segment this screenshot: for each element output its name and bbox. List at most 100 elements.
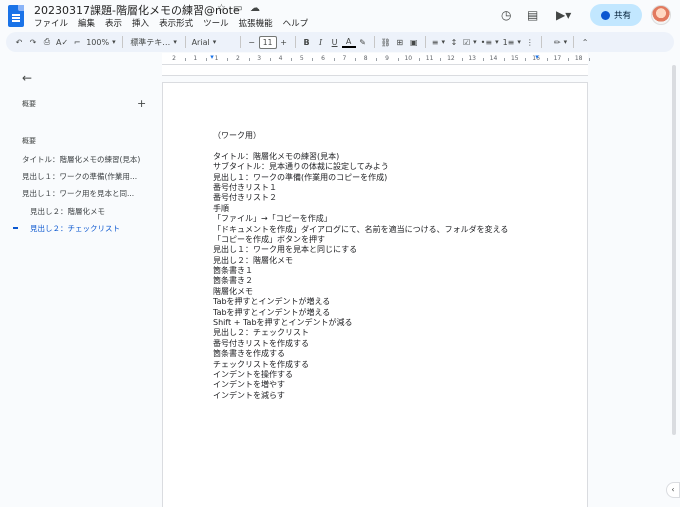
ruler-number: 4 bbox=[278, 55, 283, 62]
ruler-number: 10 bbox=[404, 55, 413, 62]
summary-heading: 概要 bbox=[22, 100, 36, 108]
undo-icon[interactable]: ↶ bbox=[12, 34, 26, 50]
outline-heading: 概要 bbox=[22, 137, 36, 145]
style-select[interactable]: 標準テキ… bbox=[127, 34, 181, 50]
doc-line: インデントを操作する bbox=[213, 369, 293, 379]
menu-extensions[interactable]: 拡張機能 bbox=[239, 17, 273, 29]
ruler-tick bbox=[291, 58, 293, 61]
ruler-tick bbox=[568, 58, 570, 61]
collapse-menus-icon[interactable]: ⌃ bbox=[578, 34, 592, 50]
highlight-color-icon[interactable]: ✎ bbox=[356, 34, 370, 50]
docs-logo-icon[interactable] bbox=[8, 5, 24, 27]
add-summary-icon[interactable]: + bbox=[137, 97, 146, 110]
doc-line: 箇条書き１ bbox=[213, 266, 253, 276]
ruler-tick bbox=[184, 58, 186, 61]
text-color-icon[interactable]: A bbox=[341, 36, 356, 48]
right-indent-marker-icon[interactable]: ▾ bbox=[535, 53, 539, 61]
zoom-select[interactable]: 100% bbox=[84, 34, 117, 50]
left-indent-marker-icon[interactable]: ▾ bbox=[210, 53, 214, 61]
underline-icon[interactable]: U bbox=[328, 34, 342, 50]
previous-page-bottom bbox=[162, 65, 588, 76]
align-icon[interactable]: ≡ bbox=[430, 34, 447, 50]
line-spacing-icon[interactable]: ↕ bbox=[447, 34, 461, 50]
paint-format-icon[interactable]: ⌐ bbox=[70, 34, 84, 50]
document-title[interactable]: 20230317課題-階層化メモの練習@note bbox=[34, 2, 240, 18]
menu-help[interactable]: ヘルプ bbox=[283, 17, 309, 29]
horizontal-ruler[interactable]: 2 1 1 2 3 4 5 6 7 8 9 10 11 12 13 14 15 16 17 18 ▾ ▾ bbox=[162, 53, 591, 65]
insert-image-icon[interactable]: ▣ bbox=[407, 34, 421, 50]
doc-line: インデントを減らす bbox=[213, 390, 285, 400]
toolbar-divider bbox=[294, 36, 296, 48]
menu-file[interactable]: ファイル bbox=[34, 17, 68, 29]
outline-item-heading2-checklist[interactable]: 見出し２：チェックリスト bbox=[30, 223, 120, 234]
ruler-number: 8 bbox=[363, 55, 368, 62]
increase-font-size-icon[interactable]: + bbox=[277, 34, 291, 50]
toolbar-divider bbox=[239, 36, 241, 48]
star-icon[interactable]: ☆ bbox=[217, 3, 226, 14]
ruler-number: 11 bbox=[425, 55, 434, 62]
ruler-tick bbox=[205, 58, 207, 61]
move-folder-icon[interactable]: ▭ bbox=[233, 3, 242, 14]
spellcheck-icon[interactable]: A✓ bbox=[54, 34, 70, 50]
ruler-tick bbox=[248, 58, 250, 61]
checklist-icon[interactable]: ☑ bbox=[461, 34, 479, 50]
font-select[interactable]: Arial bbox=[190, 34, 236, 50]
bold-icon[interactable]: B bbox=[300, 34, 314, 50]
ruler-tick bbox=[227, 58, 229, 61]
ruler-tick bbox=[482, 58, 484, 61]
ruler-tick bbox=[312, 58, 314, 61]
doc-line: Tabを押すとインデントが増える bbox=[213, 297, 331, 307]
back-arrow-icon[interactable]: ← bbox=[22, 71, 32, 85]
font-size-input[interactable]: 11 bbox=[258, 35, 277, 49]
version-history-icon[interactable]: ◷ bbox=[501, 8, 511, 22]
ruler-tick bbox=[504, 58, 506, 61]
ruler-number: 1 bbox=[214, 55, 219, 62]
more-options-icon[interactable]: ⋮ bbox=[523, 34, 537, 50]
doc-line: 見出し１：ワークの準備(作業用のコピーを作成) bbox=[213, 172, 388, 182]
ruler-number: 18 bbox=[574, 55, 583, 62]
menu-format[interactable]: 表示形式 bbox=[159, 17, 193, 29]
share-button[interactable]: 共有 bbox=[590, 4, 642, 26]
insert-link-icon[interactable]: ⛓ bbox=[379, 34, 393, 50]
comments-icon[interactable]: ▤ bbox=[527, 8, 538, 22]
meet-video-icon[interactable]: ▶▾ bbox=[556, 8, 571, 22]
doc-line: タイトル：階層化メモの練習(見本) bbox=[213, 151, 340, 161]
scrollbar-thumb[interactable] bbox=[672, 65, 676, 435]
document-body[interactable]: （ワーク用） タイトル：階層化メモの練習(見本) サブタイトル：見本通りの体裁に設… bbox=[213, 131, 508, 401]
ruler-tick bbox=[525, 58, 527, 61]
cloud-saved-icon[interactable]: ☁ bbox=[250, 3, 260, 14]
menu-insert[interactable]: 挿入 bbox=[132, 17, 149, 29]
editing-mode-icon[interactable]: ✏ bbox=[552, 34, 569, 50]
italic-icon[interactable]: I bbox=[314, 34, 328, 50]
active-indicator bbox=[13, 227, 18, 229]
toolbar-divider bbox=[184, 36, 186, 48]
outline-item-heading1-same[interactable]: 見出し１：ワーク用を見本と同... bbox=[22, 188, 134, 199]
doc-line: サブタイトル：見本通りの体裁に設定してみよう bbox=[213, 162, 389, 172]
add-comment-icon[interactable]: ⊞ bbox=[393, 34, 407, 50]
outline-item-heading2-memo[interactable]: 見出し２：階層化メモ bbox=[30, 206, 105, 217]
menu-tools[interactable]: ツール bbox=[203, 17, 229, 29]
outline-item-heading1-prep[interactable]: 見出し１：ワークの準備(作業用... bbox=[22, 171, 137, 182]
doc-line: チェックリストを作成する bbox=[213, 359, 309, 369]
decrease-font-size-icon[interactable]: − bbox=[245, 34, 259, 50]
toolbar-divider bbox=[424, 36, 426, 48]
side-panel-toggle-icon[interactable]: ‹ bbox=[666, 482, 680, 498]
menu-edit[interactable]: 編集 bbox=[78, 17, 95, 29]
ruler-number: 15 bbox=[510, 55, 519, 62]
redo-icon[interactable]: ↷ bbox=[26, 34, 40, 50]
ruler-number: 1 bbox=[193, 55, 198, 62]
menu-bar: ファイル 編集 表示 挿入 表示形式 ツール 拡張機能 ヘルプ bbox=[34, 17, 308, 29]
avatar[interactable] bbox=[651, 5, 671, 25]
bulleted-list-icon[interactable]: •≡ bbox=[479, 34, 501, 50]
ruler-number: 12 bbox=[447, 55, 455, 62]
ruler-tick bbox=[589, 58, 591, 61]
doc-line: 番号付きリストを作成する bbox=[213, 338, 309, 348]
ruler-tick bbox=[546, 58, 548, 61]
menu-view[interactable]: 表示 bbox=[105, 17, 122, 29]
ruler-number: 3 bbox=[257, 55, 262, 62]
print-icon[interactable]: ⎙ bbox=[40, 34, 54, 50]
ruler-number: 5 bbox=[299, 55, 304, 62]
numbered-list-icon[interactable]: 1≡ bbox=[501, 34, 523, 50]
outline-item-title[interactable]: タイトル：階層化メモの練習(見本) bbox=[22, 154, 140, 165]
